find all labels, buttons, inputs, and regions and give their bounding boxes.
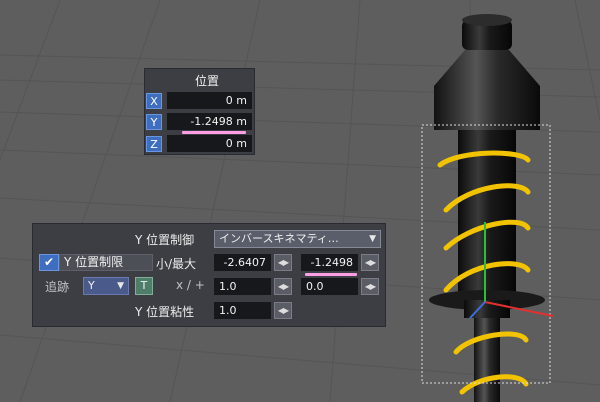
trace-label: 追跡 — [45, 280, 70, 294]
z-axis-button[interactable]: Z — [146, 136, 162, 152]
minmax-label: 小/最大 — [156, 257, 197, 271]
scale-label: x / + — [176, 278, 205, 292]
y-position-field[interactable]: -1.2498 m — [167, 113, 252, 130]
y-viscosity-label: Y 位置粘性 — [135, 305, 195, 319]
y-control-label: Y 位置制御 — [135, 233, 195, 247]
constraint-panel: Y 位置制御 インバースキネマティ… ▼ ✔ Y 位置制限 小/最大 -2.64… — [32, 223, 386, 327]
trace-axis-dropdown[interactable]: Y ▼ — [83, 277, 129, 295]
y-control-dropdown[interactable]: インバースキネマティ… ▼ — [214, 230, 381, 248]
x-axis-button[interactable]: X — [146, 93, 162, 109]
offset-value-stepper[interactable]: ◀▶ — [361, 278, 379, 295]
max-value-field[interactable]: -1.2498 — [301, 254, 358, 271]
y-limit-checkbox[interactable]: ✔ — [39, 254, 59, 271]
trace-t-button[interactable]: T — [135, 277, 153, 295]
y-limit-label[interactable]: Y 位置制限 — [59, 254, 153, 271]
y-control-value: インバースキネマティ… — [219, 232, 339, 245]
z-position-field[interactable]: 0 m — [167, 135, 252, 152]
chevron-down-icon: ▼ — [369, 234, 376, 244]
position-panel-title: 位置 — [195, 74, 220, 88]
max-value-stepper[interactable]: ◀▶ — [361, 254, 379, 271]
trace-axis-value: Y — [88, 279, 95, 292]
x-position-field[interactable]: 0 m — [167, 92, 252, 109]
y-viscosity-stepper[interactable]: ◀▶ — [274, 302, 292, 319]
offset-value-field[interactable]: 0.0 — [301, 278, 358, 295]
scale-value-stepper[interactable]: ◀▶ — [274, 278, 292, 295]
scale-value-field[interactable]: 1.0 — [214, 278, 271, 295]
position-panel: 位置 X 0 m Y -1.2498 m Z 0 m — [144, 68, 255, 155]
max-value-highlight — [305, 273, 357, 276]
y-position-highlight — [182, 131, 246, 134]
y-axis-button[interactable]: Y — [146, 114, 162, 130]
chevron-down-icon: ▼ — [117, 281, 124, 291]
y-viscosity-field[interactable]: 1.0 — [214, 302, 271, 319]
min-value-stepper[interactable]: ◀▶ — [274, 254, 292, 271]
3d-viewport[interactable] — [0, 0, 600, 402]
min-value-field[interactable]: -2.6407 — [214, 254, 271, 271]
